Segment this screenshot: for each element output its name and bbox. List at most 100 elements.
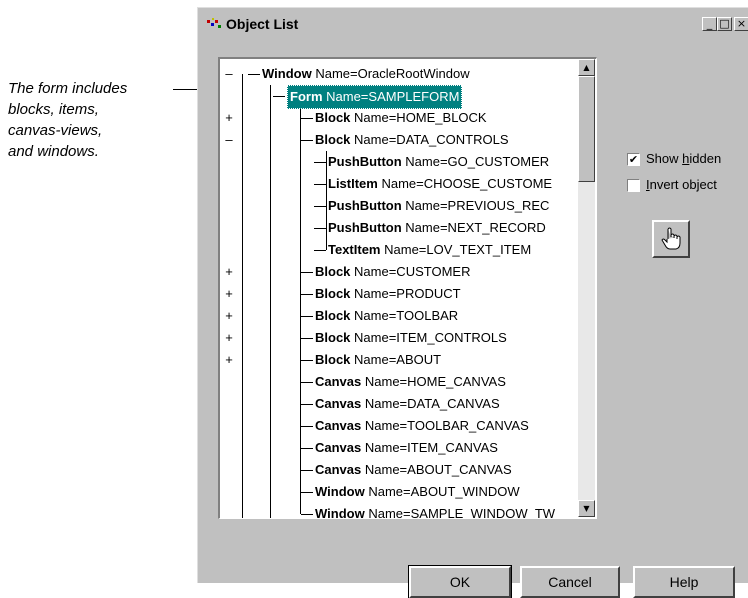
invert-object-label-suffix: nvert object (649, 177, 717, 192)
tree-item-name: Name=SAMPLEFORM (326, 89, 460, 104)
tree-item-label[interactable]: Canvas Name=DATA_CANVAS (315, 393, 500, 415)
tree-item[interactable]: Canvas Name=ABOUT_CANVAS (220, 459, 576, 481)
tree-item[interactable]: Canvas Name=HOME_CANVAS (220, 371, 576, 393)
tree-item[interactable]: + Block Name=CUSTOMER (220, 261, 576, 283)
tree-item[interactable]: + Block Name=HOME_BLOCK (220, 107, 576, 129)
tree-item[interactable]: + Block Name=ABOUT (220, 349, 576, 371)
tree-connector (314, 206, 326, 207)
close-button[interactable]: × (734, 17, 748, 31)
tree-item-label[interactable]: Canvas Name=TOOLBAR_CANVAS (315, 415, 529, 437)
tree-item-label[interactable]: PushButton Name=GO_CUSTOMER (328, 151, 549, 173)
tree-connector (301, 118, 313, 119)
tree-item[interactable]: – Window Name=OracleRootWindow (220, 63, 576, 85)
tree-item[interactable]: TextItem Name=LOV_TEXT_ITEM (220, 239, 576, 261)
tree-item-name: Name=ABOUT (354, 352, 442, 367)
minimize-button[interactable]: _ (702, 17, 717, 31)
tree-item-type: ListItem (328, 176, 378, 191)
tree-item-label[interactable]: Block Name=DATA_CONTROLS (315, 129, 509, 151)
tree-item[interactable]: + Block Name=ITEM_CONTROLS (220, 327, 576, 349)
invert-object-label[interactable]: Invert object (646, 177, 717, 192)
expand-icon[interactable]: + (223, 261, 235, 283)
tree-item[interactable]: Window Name=SAMPLE_WINDOW_TW (220, 503, 576, 519)
vertical-scrollbar[interactable]: ▲ ▼ (578, 59, 595, 517)
hand-tool-button[interactable] (652, 220, 690, 258)
show-hidden-checkbox[interactable]: ✔ (627, 153, 640, 166)
maximize-button[interactable]: □ (717, 17, 732, 31)
tree-item-type: Canvas (315, 440, 362, 455)
tree-item-label[interactable]: PushButton Name=PREVIOUS_REC (328, 195, 549, 217)
tree-connector (301, 426, 313, 427)
tree-item-label[interactable]: Canvas Name=ABOUT_CANVAS (315, 459, 512, 481)
tree-item[interactable]: PushButton Name=NEXT_RECORD (220, 217, 576, 239)
tree-item-name: Name=ABOUT_WINDOW (368, 484, 520, 499)
tree-item-label[interactable]: PushButton Name=NEXT_RECORD (328, 217, 546, 239)
tree-item-label[interactable]: Block Name=ITEM_CONTROLS (315, 327, 507, 349)
window-title: Object List (226, 16, 299, 32)
expand-icon[interactable]: + (223, 327, 235, 349)
tree-item-label[interactable]: Block Name=HOME_BLOCK (315, 107, 487, 129)
object-list-dialog: Object List _ □ × – Window Name=OracleRoo… (197, 7, 748, 598)
scroll-down-button[interactable]: ▼ (578, 500, 595, 517)
tree-item[interactable]: Canvas Name=DATA_CANVAS (220, 393, 576, 415)
tree-item-label[interactable]: TextItem Name=LOV_TEXT_ITEM (328, 239, 531, 261)
tree-connector (314, 184, 326, 185)
tree-connector (314, 162, 326, 163)
tree-item-label[interactable]: Window Name=OracleRootWindow (262, 63, 470, 85)
title-bar[interactable]: Object List _ □ × (200, 11, 748, 37)
tree-item[interactable]: – Block Name=DATA_CONTROLS (220, 129, 576, 151)
tree-item-name: Name=SAMPLE_WINDOW_TW (368, 506, 556, 519)
tree-connector (301, 140, 313, 141)
tree-item-label[interactable]: Block Name=ABOUT (315, 349, 441, 371)
tree-item-label[interactable]: Window Name=SAMPLE_WINDOW_TW (315, 503, 556, 519)
tree-item[interactable]: ListItem Name=CHOOSE_CUSTOME (220, 173, 576, 195)
tree-item-name: Name=DATA_CONTROLS (354, 132, 509, 147)
tree-item-label[interactable]: ListItem Name=CHOOSE_CUSTOME (328, 173, 552, 195)
tree-connector (273, 96, 285, 97)
tree-connector (314, 250, 326, 251)
tree-item-label[interactable]: Canvas Name=HOME_CANVAS (315, 371, 506, 393)
ok-button[interactable]: OK (408, 565, 512, 598)
expand-icon[interactable]: + (223, 107, 235, 129)
tree-item[interactable]: PushButton Name=PREVIOUS_REC (220, 195, 576, 217)
tree-item-label[interactable]: Form Name=SAMPLEFORM (287, 85, 463, 109)
tree-item-type: Block (315, 330, 351, 345)
tree-item-type: Block (315, 110, 351, 125)
tree-item-name: Name=TOOLBAR_CANVAS (364, 418, 529, 433)
object-tree[interactable]: – Window Name=OracleRootWindow Form Name=S… (220, 59, 576, 519)
help-button[interactable]: Help (633, 566, 735, 598)
scroll-up-button[interactable]: ▲ (578, 59, 595, 76)
tree-item[interactable]: Canvas Name=ITEM_CANVAS (220, 437, 576, 459)
tree-item[interactable]: + Block Name=PRODUCT (220, 283, 576, 305)
tree-item-name: Name=HOME_CANVAS (364, 374, 506, 389)
cancel-button[interactable]: Cancel (520, 566, 620, 598)
tree-item[interactable]: + Block Name=TOOLBAR (220, 305, 576, 327)
tree-item[interactable]: Form Name=SAMPLEFORM (220, 85, 576, 109)
tree-item-type: Block (315, 132, 351, 147)
tree-item-label[interactable]: Block Name=TOOLBAR (315, 305, 458, 327)
invert-object-checkbox[interactable] (627, 179, 640, 192)
hand-pointer-icon (661, 227, 681, 250)
tree-connector (301, 382, 313, 383)
show-hidden-label[interactable]: Show hidden (646, 151, 721, 166)
tree-connector (301, 448, 313, 449)
object-tree-panel[interactable]: – Window Name=OracleRootWindow Form Name=S… (218, 57, 597, 519)
expand-icon[interactable]: + (223, 349, 235, 371)
tree-item-label[interactable]: Block Name=CUSTOMER (315, 261, 470, 283)
tree-item-name: Name=PRODUCT (354, 286, 461, 301)
tree-item[interactable]: Canvas Name=TOOLBAR_CANVAS (220, 415, 576, 437)
tree-item-label[interactable]: Window Name=ABOUT_WINDOW (315, 481, 520, 503)
tree-item[interactable]: Window Name=ABOUT_WINDOW (220, 481, 576, 503)
collapse-icon[interactable]: – (223, 63, 235, 85)
tree-item-label[interactable]: Canvas Name=ITEM_CANVAS (315, 437, 498, 459)
expand-icon[interactable]: + (223, 305, 235, 327)
tree-item-label[interactable]: Block Name=PRODUCT (315, 283, 461, 305)
scroll-thumb[interactable] (578, 76, 595, 182)
tree-item-type: Window (315, 506, 365, 519)
expand-icon[interactable]: + (223, 283, 235, 305)
tree-item-type: Canvas (315, 374, 362, 389)
tree-item[interactable]: PushButton Name=GO_CUSTOMER (220, 151, 576, 173)
collapse-icon[interactable]: – (223, 129, 235, 151)
tree-item-type: Window (262, 66, 312, 81)
tree-item-name: Name=CUSTOMER (354, 264, 471, 279)
tree-item-name: Name=DATA_CANVAS (364, 396, 500, 411)
